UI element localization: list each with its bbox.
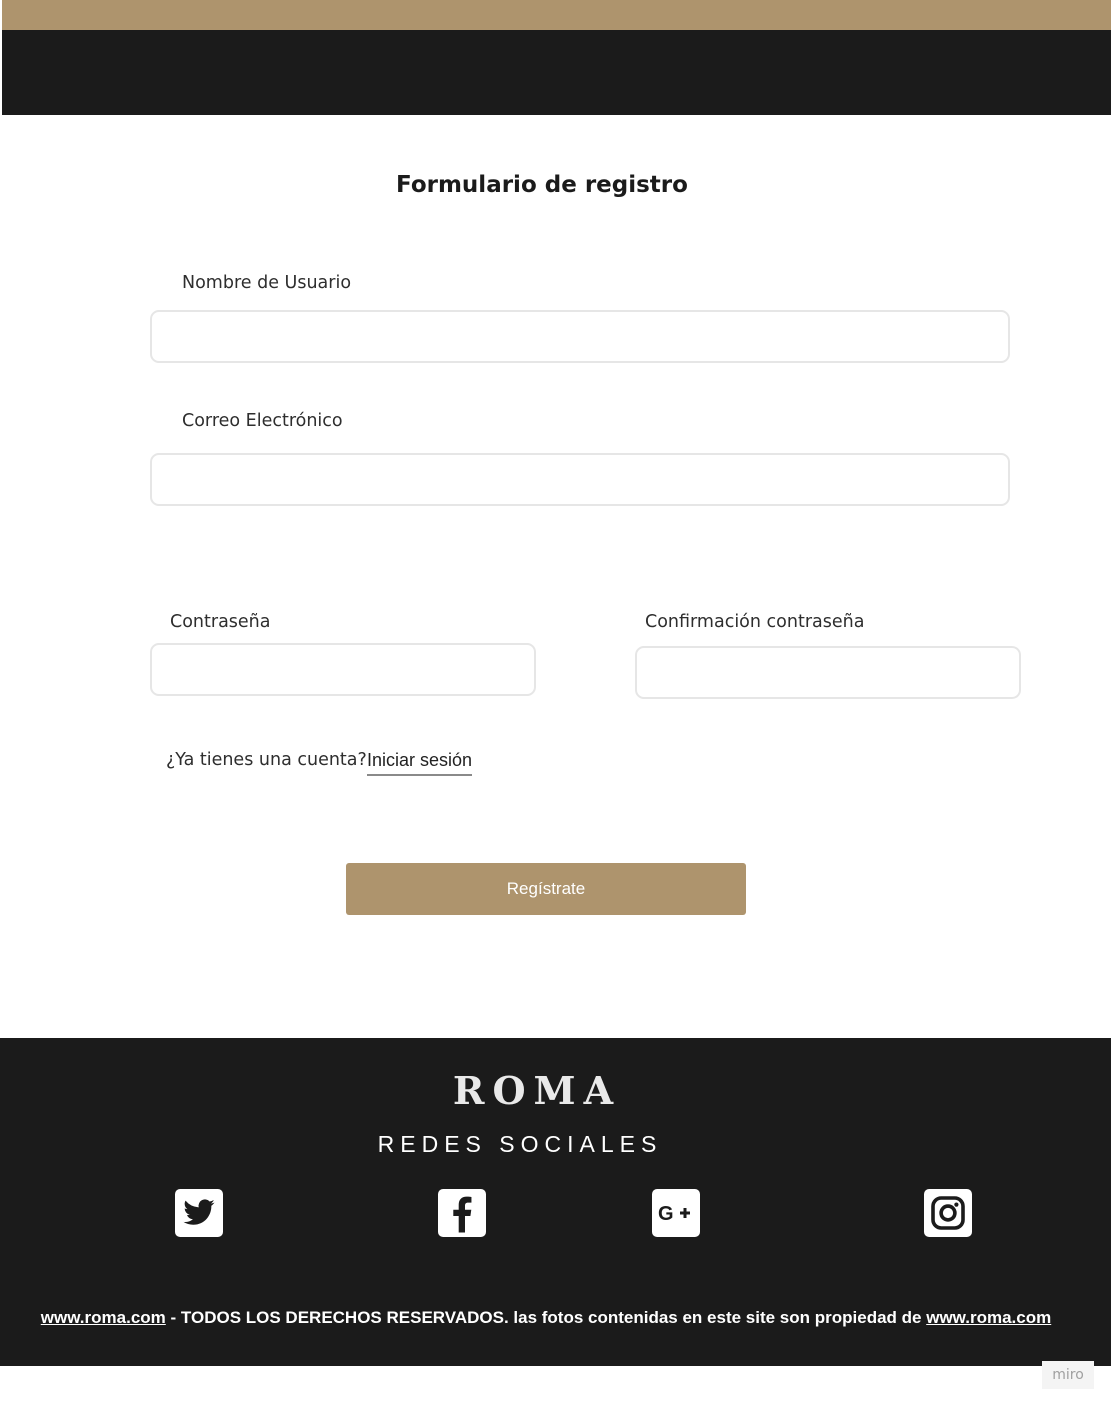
rights-text: - TODOS LOS DERECHOS RESERVADOS. las fot…	[165, 1308, 927, 1327]
register-button[interactable]: Regístrate	[346, 863, 746, 915]
header-accent-bar	[2, 0, 1111, 30]
email-label: Correo Electrónico	[182, 411, 343, 431]
footer-brand-logo: ROMA	[452, 1068, 622, 1113]
svg-text:G: G	[658, 1203, 674, 1225]
login-link[interactable]: Iniciar sesión	[367, 750, 473, 776]
social-title: REDES SOCIALES	[377, 1131, 663, 1157]
copyright-text: www.roma.com - TODOS LOS DERECHOS RESERV…	[0, 1308, 1092, 1328]
username-field[interactable]	[150, 310, 1010, 363]
site-link-2[interactable]: www.roma.com	[926, 1308, 1051, 1327]
page-title: Formulario de registro	[396, 172, 688, 198]
email-field[interactable]	[150, 453, 1010, 506]
facebook-glyph	[453, 1196, 472, 1233]
instagram-glyph	[931, 1196, 965, 1230]
google-plus-glyph: G	[658, 1203, 690, 1225]
google-plus-icon[interactable]: G	[652, 1189, 700, 1237]
header-bar	[2, 30, 1111, 115]
password-label: Contraseña	[170, 612, 271, 632]
account-question-text: ¿Ya tienes una cuenta?	[166, 750, 367, 770]
twitter-icon[interactable]	[175, 1189, 223, 1237]
twitter-glyph	[183, 1199, 215, 1225]
miro-badge[interactable]: miro	[1042, 1361, 1094, 1389]
confirm-password-label: Confirmación contraseña	[645, 612, 865, 632]
username-label: Nombre de Usuario	[182, 273, 352, 293]
site-link[interactable]: www.roma.com	[41, 1308, 166, 1327]
password-field[interactable]	[150, 643, 536, 696]
facebook-icon[interactable]	[438, 1189, 486, 1237]
instagram-icon[interactable]	[924, 1189, 972, 1237]
confirm-password-field[interactable]	[635, 646, 1021, 699]
